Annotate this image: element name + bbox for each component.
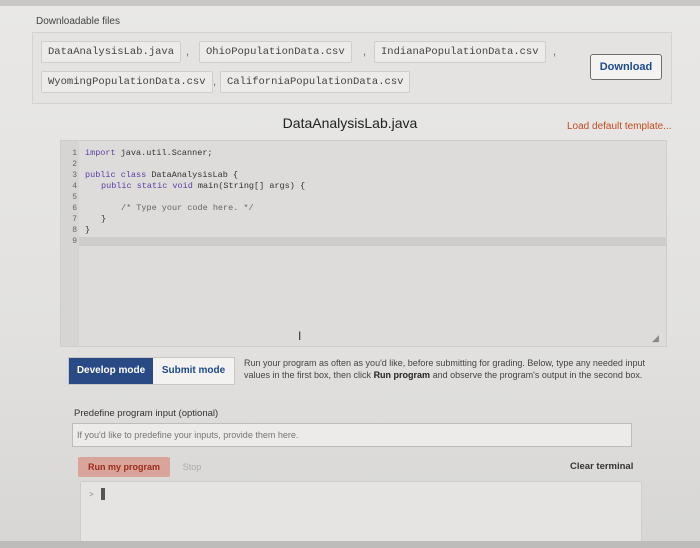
file-chip-dataanalysislab[interactable]: DataAnalysisLab.java: [41, 41, 182, 63]
file-chip-ohio[interactable]: OhioPopulationData.csv: [199, 41, 352, 63]
file-chip-indiana[interactable]: IndianaPopulationData.csv: [374, 41, 546, 63]
download-button[interactable]: Download: [590, 54, 662, 80]
code-editor[interactable]: 1 2 3 4 5 6 7 8 9 import java.util.Scann…: [60, 140, 667, 347]
code-keyword: import: [85, 148, 116, 158]
code-text: java.util.Scanner;: [115, 148, 213, 158]
line-number: 5: [72, 193, 77, 202]
code-line-7: }: [101, 214, 107, 224]
line-number: 9: [72, 237, 77, 246]
line-number: 7: [72, 215, 77, 224]
downloadable-files-label: Downloadable files: [36, 16, 120, 27]
line-number: 8: [72, 226, 77, 235]
run-program-button[interactable]: Run my program: [78, 457, 170, 477]
mode-toggle: Develop mode Submit mode: [68, 357, 235, 385]
code-text: DataAnalysisLab {: [146, 170, 239, 180]
text-cursor-icon: I: [298, 329, 302, 343]
code-line-1: import java.util.Scanner;: [85, 148, 213, 158]
file-chip-california[interactable]: CaliforniaPopulationData.csv: [220, 71, 411, 93]
line-number: 1: [72, 149, 77, 158]
mode-description-emphasis: Run program: [373, 370, 431, 380]
clear-terminal-button[interactable]: Clear terminal: [570, 461, 633, 472]
line-number: 3: [72, 171, 77, 180]
code-line-3: public class DataAnalysisLab {: [85, 170, 238, 180]
file-separator: ,: [186, 46, 190, 58]
code-keyword: public static void: [101, 181, 193, 191]
output-terminal[interactable]: >: [80, 481, 642, 543]
line-number: 2: [72, 160, 77, 169]
bottom-bar: [0, 541, 700, 548]
mode-description: Run your program as often as you'd like,…: [244, 357, 652, 381]
stop-button[interactable]: Stop: [174, 457, 210, 477]
file-chip-wyoming[interactable]: WyomingPopulationData.csv: [41, 71, 213, 93]
file-separator: ,: [363, 46, 367, 58]
code-line-8: }: [85, 225, 91, 235]
terminal-prompt: >: [89, 490, 94, 499]
top-bar: [0, 0, 700, 6]
predefine-input-field[interactable]: [72, 423, 632, 447]
develop-mode-button[interactable]: Develop mode: [69, 358, 153, 384]
mode-description-text: and observe the program's output in the …: [430, 370, 643, 380]
code-text: main(String[] args) {: [192, 181, 306, 191]
file-separator: ,: [213, 76, 217, 88]
file-separator: ,: [553, 46, 557, 58]
predefine-input-label: Predefine program input (optional): [74, 408, 219, 419]
resize-handle-icon[interactable]: ◢: [652, 333, 659, 344]
terminal-cursor: [101, 488, 105, 500]
file-panel: DataAnalysisLab.java , OhioPopulationDat…: [32, 32, 672, 104]
submit-mode-button[interactable]: Submit mode: [153, 358, 234, 384]
code-line-4: public static void main(String[] args) {: [101, 181, 305, 191]
line-number: 4: [72, 182, 77, 191]
line-number: 6: [72, 204, 77, 213]
code-keyword: public class: [85, 170, 147, 180]
active-line-highlight: [79, 237, 666, 246]
load-default-template-link[interactable]: Load default template...: [567, 121, 672, 132]
code-line-6-comment: /* Type your code here. */: [121, 203, 254, 213]
